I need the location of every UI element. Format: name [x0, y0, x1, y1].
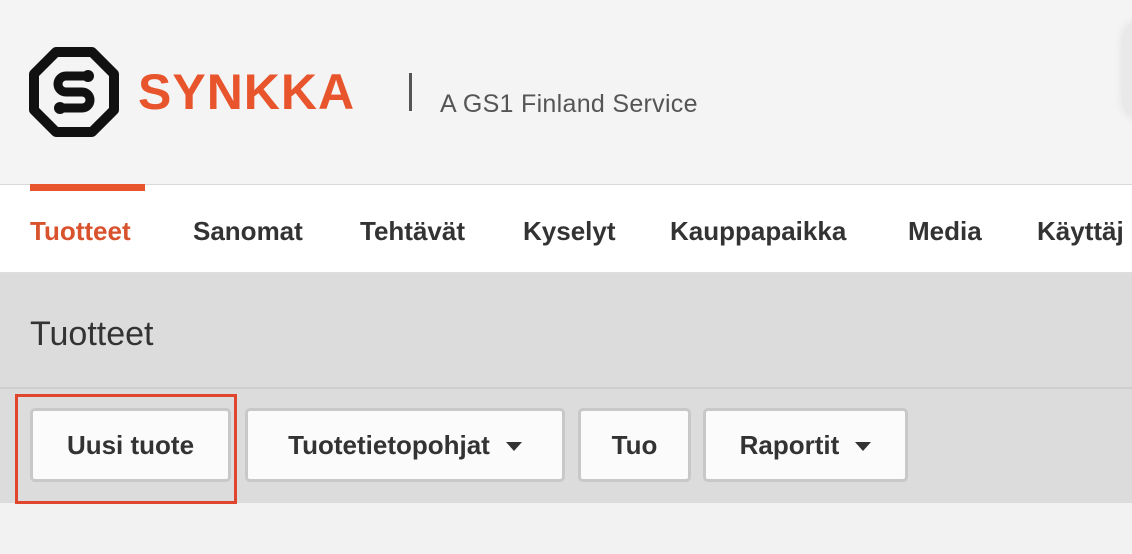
reports-label: Raportit	[739, 429, 840, 460]
nav-item-tehtavat[interactable]: Tehtävät	[360, 215, 465, 247]
logo-divider	[409, 73, 412, 111]
product-templates-label: Tuotetietopohjat	[288, 429, 490, 460]
highlight-box	[15, 394, 237, 504]
nav-item-kayttajat[interactable]: Käyttäj	[1037, 215, 1124, 247]
import-button[interactable]: Tuo	[578, 408, 691, 482]
caret-down-icon	[505, 441, 522, 451]
nav-item-tuotteet[interactable]: Tuotteet	[30, 215, 131, 247]
corner-decoration	[1122, 20, 1132, 120]
page-title: Tuotteet	[30, 315, 154, 353]
nav-item-kauppapaikka[interactable]: Kauppapaikka	[670, 215, 846, 247]
synkka-logo-icon[interactable]	[28, 46, 120, 138]
active-tab-indicator	[30, 184, 145, 191]
nav-item-sanomat[interactable]: Sanomat	[193, 215, 303, 247]
caret-down-icon	[855, 441, 872, 451]
brand-tagline: A GS1 Finland Service	[440, 90, 698, 118]
import-label: Tuo	[611, 429, 658, 460]
main-nav: Tuotteet Sanomat Tehtävät Kyselyt Kauppa…	[0, 184, 1132, 274]
product-templates-dropdown[interactable]: Tuotetietopohjat	[245, 408, 565, 482]
nav-item-media[interactable]: Media	[908, 215, 982, 247]
header: SYNKKA A GS1 Finland Service	[0, 0, 1132, 184]
brand-name: SYNKKA	[138, 64, 356, 120]
nav-item-kyselyt[interactable]: Kyselyt	[523, 215, 616, 247]
reports-dropdown[interactable]: Raportit	[703, 408, 908, 482]
page-titlebar: Tuotteet	[0, 274, 1132, 389]
